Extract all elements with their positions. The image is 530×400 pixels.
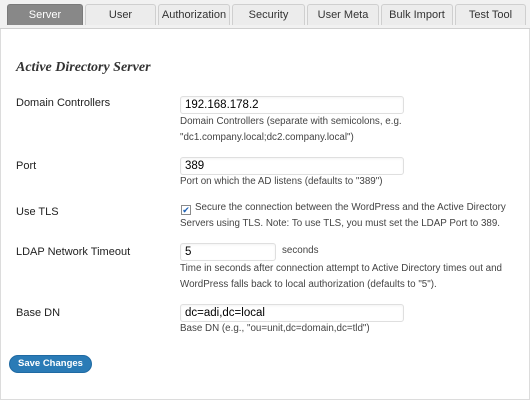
tab-server[interactable]: Server: [7, 4, 83, 25]
domain-controllers-input[interactable]: [180, 96, 404, 114]
tab-security[interactable]: Security: [232, 4, 305, 25]
base-dn-desc: Base DN (e.g., "ou=unit,dc=domain,dc=tld…: [180, 323, 370, 334]
tab-authorization[interactable]: Authorization: [158, 4, 230, 25]
tab-user-meta[interactable]: User Meta: [307, 4, 379, 25]
tab-user[interactable]: User: [85, 4, 156, 25]
use-tls-label: Use TLS: [16, 206, 59, 218]
port-input[interactable]: [180, 157, 404, 175]
use-tls-desc-line1: Secure the connection between the WordPr…: [195, 202, 506, 213]
base-dn-label: Base DN: [16, 307, 61, 319]
section-title: Active Directory Server: [16, 60, 151, 75]
timeout-desc: Time in seconds after connection attempt…: [180, 263, 502, 290]
save-changes-button[interactable]: Save Changes: [9, 355, 92, 373]
use-tls-checkbox[interactable]: ✔: [181, 205, 191, 215]
use-tls-desc-line2: Servers using TLS. Note: To use TLS, you…: [180, 218, 501, 229]
timeout-input[interactable]: [180, 243, 276, 261]
domain-controllers-label: Domain Controllers: [16, 97, 111, 109]
port-label: Port: [16, 160, 37, 172]
tab-bulk-import[interactable]: Bulk Import: [381, 4, 453, 25]
timeout-label: LDAP Network Timeout: [16, 246, 131, 258]
base-dn-input[interactable]: [180, 304, 404, 322]
domain-controllers-desc: Domain Controllers (separate with semico…: [180, 116, 402, 143]
tab-test-tool[interactable]: Test Tool: [455, 4, 526, 25]
timeout-unit: seconds: [282, 245, 319, 256]
port-desc: Port on which the AD listens (defaults t…: [180, 176, 383, 187]
tab-bar: Server User Authorization Security User …: [0, 0, 530, 29]
checkmark-icon: ✔: [182, 205, 190, 215]
